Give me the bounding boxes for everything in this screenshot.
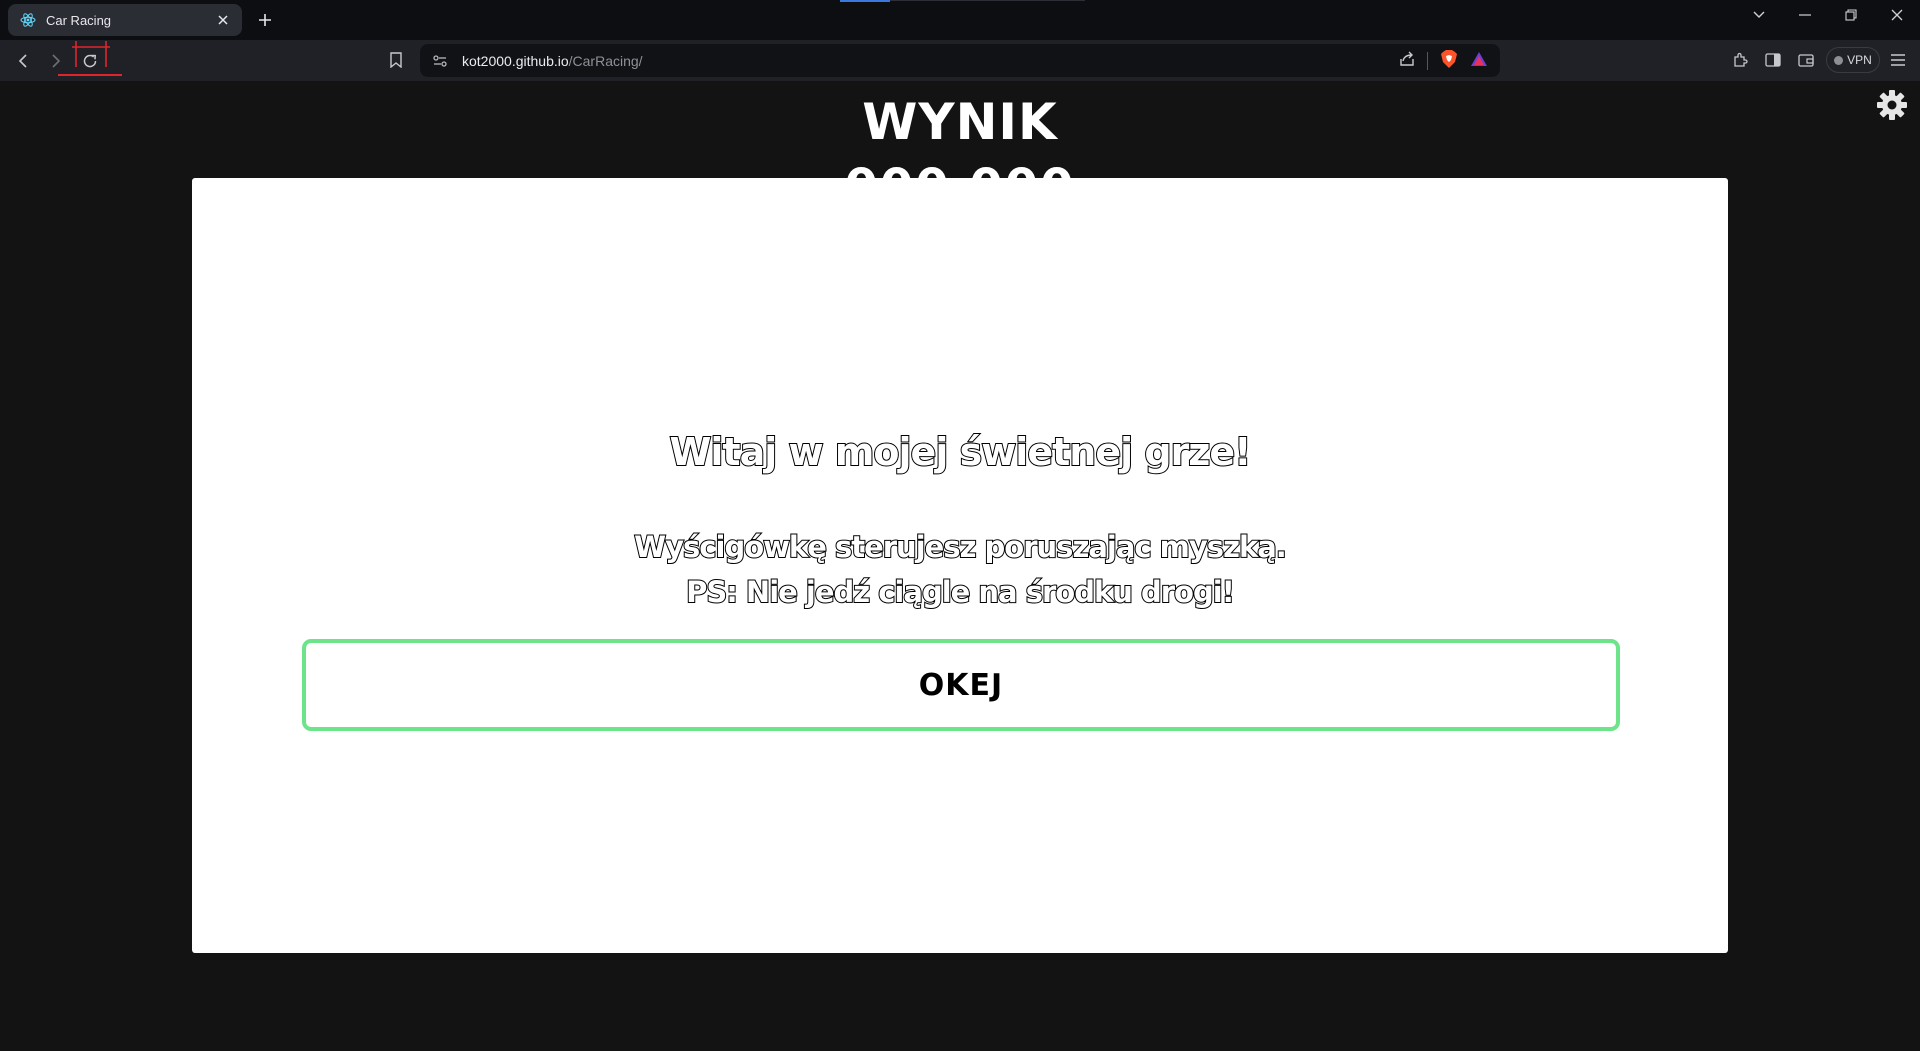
loading-indicator [840,0,890,2]
loading-track [890,0,1085,1]
modal-title: Witaj w mojej świetnej grze! [668,429,1252,475]
welcome-modal: Witaj w mojej świetnej grze! Wyścigówkę … [192,178,1728,953]
vpn-label: VPN [1847,53,1872,67]
menu-icon[interactable] [1886,49,1910,71]
instruction-line-1: Wyścigówkę sterujesz poruszając myszką. [633,529,1288,565]
close-window-icon[interactable] [1874,0,1920,30]
tab-car-racing[interactable]: Car Racing [8,4,242,36]
gear-icon[interactable] [1876,89,1908,121]
vpn-status-icon [1834,55,1844,65]
score-label: WYNIK [862,93,1058,151]
restore-icon[interactable] [1828,0,1874,30]
address-bar[interactable]: kot2000.github.io/CarRacing/ [420,44,1500,77]
brave-shields-icon[interactable] [1440,49,1458,72]
forward-icon[interactable] [43,48,69,74]
close-tab-icon[interactable] [214,11,232,29]
tab-strip: Car Racing [0,0,1920,40]
extensions-icon[interactable] [1728,49,1752,71]
url-host: kot2000.github.io [462,52,569,69]
vpn-button[interactable]: VPN [1826,47,1880,73]
react-icon [20,12,36,28]
new-tab-icon[interactable] [254,9,276,31]
site-settings-icon[interactable] [432,53,448,69]
tab-title: Car Racing [46,12,112,28]
minimize-icon[interactable] [1782,0,1828,30]
url-path: /CarRacing/ [568,52,643,69]
instruction-line-2: PS: Nie jedź ciągle na środku drogi! [685,574,1236,610]
bookmark-icon[interactable] [384,49,408,71]
sidebar-icon[interactable] [1761,49,1785,71]
game-page: WYNIK 000 000 Witaj w mojej świetnej grz… [0,81,1920,1051]
divider [1427,51,1428,70]
reload-icon[interactable] [77,48,103,74]
back-icon[interactable] [10,48,36,74]
okej-button[interactable]: OKEJ [302,639,1620,731]
tab-search-icon[interactable] [1736,0,1782,30]
wallet-icon[interactable] [1794,49,1818,71]
brave-rewards-icon[interactable] [1470,51,1488,70]
share-icon[interactable] [1399,51,1415,70]
